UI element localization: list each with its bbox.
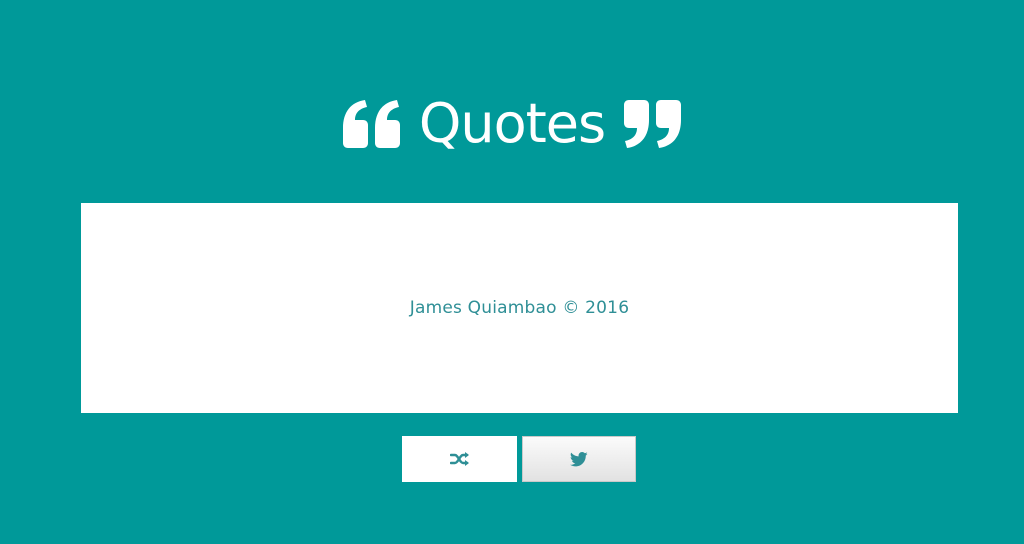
twitter-icon	[570, 451, 588, 467]
tweet-button[interactable]	[522, 436, 636, 482]
quote-card: James Quiambao © 2016	[81, 203, 958, 413]
copyright-text: James Quiambao © 2016	[409, 298, 630, 318]
quote-left-icon	[342, 100, 400, 148]
new-quote-button[interactable]	[402, 436, 517, 482]
quote-right-icon	[624, 100, 682, 148]
app-header: Quotes	[0, 84, 1024, 164]
page-title: Quotes	[418, 92, 606, 155]
shuffle-icon	[449, 451, 470, 467]
